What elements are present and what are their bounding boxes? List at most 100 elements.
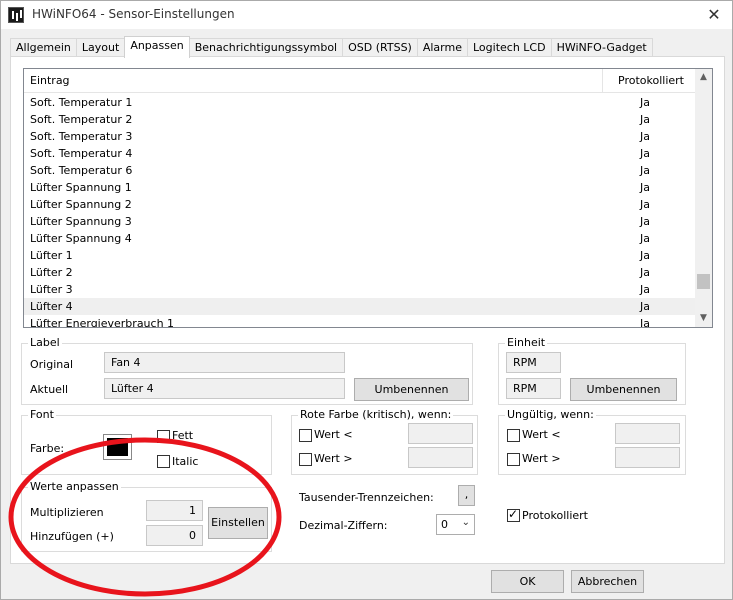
list-item[interactable]: Lüfter 1 Ja	[24, 247, 696, 264]
list-item-logged: Ja	[640, 232, 650, 245]
column-header-logged[interactable]: Protokolliert	[618, 74, 684, 87]
add-label: Hinzufügen (+)	[30, 530, 114, 543]
list-item-logged: Ja	[640, 266, 650, 279]
list-item[interactable]: Soft. Temperatur 2 Ja	[24, 111, 696, 128]
critical-color-legend: Rote Farbe (kritisch), wenn:	[298, 408, 454, 421]
italic-checkbox[interactable]	[157, 455, 170, 468]
list-item-logged: Ja	[640, 283, 650, 296]
list-item-logged: Ja	[640, 164, 650, 177]
invalid-gt-label: Wert >	[522, 452, 561, 465]
invalid-lt-label: Wert <	[522, 428, 561, 441]
tab-hwinfo-gadget[interactable]: HWiNFO-Gadget	[550, 38, 653, 57]
decimal-digits-select[interactable]: 0 ⌄	[436, 514, 475, 535]
list-item[interactable]: Soft. Temperatur 4 Ja	[24, 145, 696, 162]
critical-lt-checkbox[interactable]	[299, 429, 312, 442]
window-title: HWiNFO64 - Sensor-Einstellungen	[32, 7, 235, 21]
column-header-entry[interactable]: Eintrag	[30, 74, 70, 87]
list-item[interactable]: Lüfter 2 Ja	[24, 264, 696, 281]
list-item-entry: Soft. Temperatur 2	[30, 113, 133, 126]
rename-unit-button[interactable]: Umbenennen	[570, 378, 677, 401]
unit-original-field: RPM	[506, 352, 561, 373]
scrollbar-thumb[interactable]	[697, 274, 710, 289]
tab-layout[interactable]: Layout	[75, 38, 126, 57]
list-item-logged: Ja	[640, 96, 650, 109]
list-item-logged: Ja	[640, 198, 650, 211]
unit-current-field[interactable]: RPM	[506, 378, 561, 399]
rename-label-button[interactable]: Umbenennen	[354, 378, 469, 401]
list-item[interactable]: Soft. Temperatur 3 Ja	[24, 128, 696, 145]
tab-logitech-lcd[interactable]: Logitech LCD	[466, 38, 552, 57]
list-item[interactable]: Lüfter Energieverbrauch 1 Ja	[24, 315, 696, 328]
thousands-separator-label: Tausender-Trennzeichen:	[299, 491, 434, 504]
font-color-swatch[interactable]	[103, 434, 132, 460]
font-group-legend: Font	[28, 408, 56, 421]
list-rows: Soft. Temperatur 1 Ja Soft. Temperatur 2 Ja…	[24, 94, 696, 328]
list-item[interactable]: Lüfter 3 Ja	[24, 281, 696, 298]
cancel-button[interactable]: Abbrechen	[571, 570, 644, 593]
list-item-entry: Lüfter 4	[30, 300, 73, 313]
list-item-entry: Lüfter Spannung 1	[30, 181, 132, 194]
critical-lt-field[interactable]	[408, 423, 473, 444]
list-item-logged: Ja	[640, 113, 650, 126]
close-icon[interactable]: ✕	[704, 5, 724, 25]
invalid-lt-field[interactable]	[615, 423, 680, 444]
list-item-entry: Lüfter Spannung 4	[30, 232, 132, 245]
list-item-entry: Lüfter 3	[30, 283, 73, 296]
invalid-gt-checkbox[interactable]	[507, 453, 520, 466]
ok-button[interactable]: OK	[491, 570, 564, 593]
list-item-logged: Ja	[640, 147, 650, 160]
tab-anpassen[interactable]: Anpassen	[124, 36, 190, 58]
bold-checkbox[interactable]	[157, 430, 170, 443]
list-item[interactable]: Lüfter Spannung 3 Ja	[24, 213, 696, 230]
unit-group-legend: Einheit	[505, 336, 548, 349]
tab-osd-rtss[interactable]: OSD (RTSS)	[342, 38, 418, 57]
thousands-separator-field[interactable]: ,	[458, 485, 475, 506]
decimal-digits-value: 0	[441, 518, 448, 531]
list-item-entry: Soft. Temperatur 3	[30, 130, 133, 143]
scroll-down-icon[interactable]: ▼	[695, 310, 712, 327]
list-scrollbar[interactable]: ▲ ▼	[695, 69, 712, 327]
tab-alarme[interactable]: Alarme	[416, 38, 468, 57]
list-item[interactable]: Soft. Temperatur 1 Ja	[24, 94, 696, 111]
label-group-legend: Label	[28, 336, 62, 349]
column-divider[interactable]	[602, 69, 603, 93]
list-item[interactable]: Soft. Temperatur 6 Ja	[24, 162, 696, 179]
list-header: Eintrag Protokolliert	[24, 69, 696, 93]
tab-benachrichtigungssymbol[interactable]: Benachrichtigungssymbol	[188, 38, 344, 57]
list-item[interactable]: Lüfter 4 Ja	[24, 298, 696, 315]
add-field[interactable]: 0	[146, 525, 203, 546]
combo-arrow-icon: ⌄	[461, 517, 470, 528]
logged-checkbox[interactable]	[507, 507, 520, 522]
list-item[interactable]: Lüfter Spannung 4 Ja	[24, 230, 696, 247]
original-label: Original	[30, 358, 74, 371]
list-item-logged: Ja	[640, 181, 650, 194]
invalid-gt-field[interactable]	[615, 447, 680, 468]
color-label: Farbe:	[30, 442, 65, 455]
critical-lt-label: Wert <	[314, 428, 353, 441]
list-item-entry: Soft. Temperatur 4	[30, 147, 133, 160]
settings-window: HWiNFO64 - Sensor-Einstellungen ✕ Allgem…	[0, 0, 733, 600]
current-label: Aktuell	[30, 383, 69, 396]
font-color-fill	[107, 438, 128, 456]
set-values-button[interactable]: Einstellen	[208, 507, 268, 539]
current-name-field[interactable]: Lüfter 4	[104, 378, 345, 399]
title-bar[interactable]: HWiNFO64 - Sensor-Einstellungen ✕	[1, 1, 732, 29]
critical-gt-checkbox[interactable]	[299, 453, 312, 466]
logged-label: Protokolliert	[522, 509, 588, 522]
sensor-list[interactable]: Eintrag Protokolliert Soft. Temperatur 1…	[23, 68, 713, 328]
scroll-up-icon[interactable]: ▲	[695, 69, 712, 86]
list-item-entry: Soft. Temperatur 6	[30, 164, 133, 177]
list-item-logged: Ja	[640, 300, 650, 313]
invalid-lt-checkbox[interactable]	[507, 429, 520, 442]
tab-allgemein[interactable]: Allgemein	[10, 38, 77, 57]
critical-gt-field[interactable]	[408, 447, 473, 468]
original-name-field: Fan 4	[104, 352, 345, 373]
tab-strip: Allgemein Layout Anpassen Benachrichtigu…	[10, 36, 653, 58]
multiply-field[interactable]: 1	[146, 500, 203, 521]
list-item-entry: Lüfter Spannung 3	[30, 215, 132, 228]
list-item-logged: Ja	[640, 249, 650, 262]
list-item-entry: Lüfter Energieverbrauch 1	[30, 317, 175, 328]
list-item[interactable]: Lüfter Spannung 2 Ja	[24, 196, 696, 213]
list-item-entry: Lüfter Spannung 2	[30, 198, 132, 211]
list-item[interactable]: Lüfter Spannung 1 Ja	[24, 179, 696, 196]
